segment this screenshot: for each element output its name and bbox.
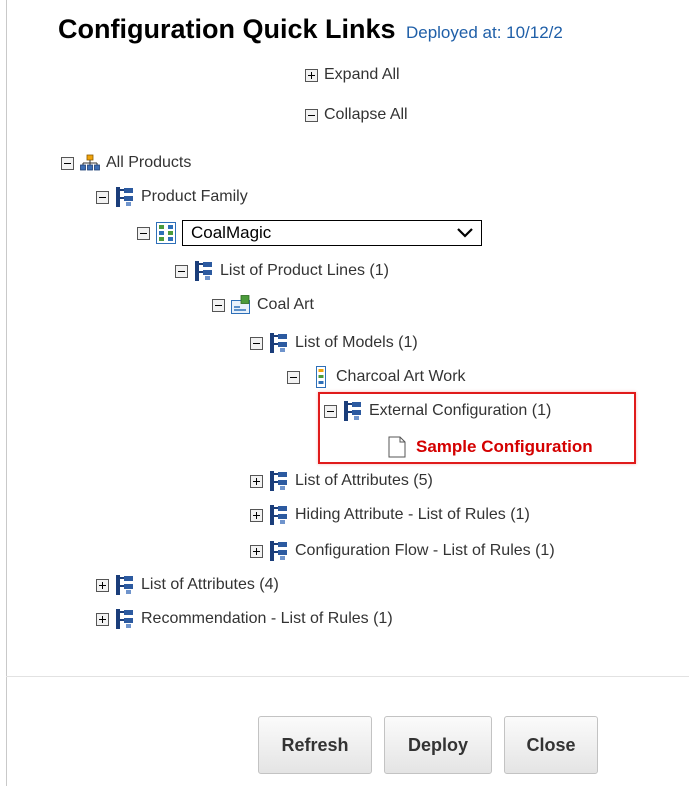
collapse-toggle-icon[interactable] <box>250 336 263 350</box>
list-tree-icon <box>115 575 135 595</box>
collapse-all-link[interactable]: Collapse All <box>305 102 408 128</box>
grid-icon <box>156 222 176 244</box>
tree-node-label: Configuration Flow - List of Rules (1) <box>295 542 555 559</box>
tree-node-charcoal-art-work[interactable]: Charcoal Art Work <box>287 364 466 390</box>
expand-toggle-icon[interactable] <box>250 544 263 558</box>
tree-node-all-products[interactable]: All Products <box>61 150 191 176</box>
tree-node-label: Hiding Attribute - List of Rules (1) <box>295 506 530 523</box>
chevron-down-icon <box>457 228 473 238</box>
quick-links-panel: Configuration Quick Links Deployed at: 1… <box>0 0 689 786</box>
tree-node-external-configuration[interactable]: External Configuration (1) <box>324 398 551 424</box>
expand-all-link[interactable]: Expand All <box>305 62 400 88</box>
tree-node-hiding-attribute[interactable]: Hiding Attribute - List of Rules (1) <box>250 502 530 528</box>
collapse-toggle-icon[interactable] <box>287 370 300 384</box>
collapse-toggle-icon[interactable] <box>175 264 188 278</box>
tree-node-label: All Products <box>106 154 192 171</box>
tree-node-label: Sample Configuration <box>416 437 593 456</box>
list-tree-icon <box>194 261 214 281</box>
tree-node-label: List of Attributes (5) <box>295 472 433 489</box>
product-family-select[interactable]: CoalMagic <box>182 220 482 246</box>
deploy-button[interactable]: Deploy <box>384 716 492 774</box>
list-tree-icon <box>115 187 135 207</box>
expand-toggle-icon[interactable] <box>250 508 263 522</box>
collapse-toggle-icon[interactable] <box>324 404 337 418</box>
close-button[interactable]: Close <box>504 716 598 774</box>
collapse-icon <box>305 108 318 122</box>
collapse-toggle-icon[interactable] <box>61 156 74 170</box>
tree-node-sample-configuration[interactable]: Sample Configuration <box>388 434 593 460</box>
expand-all-label: Expand All <box>324 66 400 83</box>
tree-node-product-lines[interactable]: List of Product Lines (1) <box>175 258 389 284</box>
collapse-toggle-icon[interactable] <box>137 226 150 240</box>
list-tree-icon <box>269 333 289 353</box>
collapse-toggle-icon[interactable] <box>96 190 109 204</box>
list-tree-icon <box>343 401 363 421</box>
page-title: Configuration Quick Links <box>58 14 396 44</box>
header: Configuration Quick Links Deployed at: 1… <box>58 14 563 45</box>
deployed-at-text: Deployed at: 10/12/2 <box>405 23 563 42</box>
list-tree-icon <box>269 541 289 561</box>
select-value: CoalMagic <box>191 223 272 242</box>
tree-node-label: Charcoal Art Work <box>336 368 466 385</box>
tree-node-models[interactable]: List of Models (1) <box>250 330 418 356</box>
tree-node-label: List of Product Lines (1) <box>220 262 389 279</box>
product-line-icon <box>231 295 251 315</box>
hierarchy-icon <box>80 154 100 172</box>
tree-node-attributes-4[interactable]: List of Attributes (4) <box>96 572 279 598</box>
tree-node-product-family[interactable]: Product Family <box>96 184 248 210</box>
tree-node-label: Product Family <box>141 188 248 205</box>
tree-node-label: External Configuration (1) <box>369 402 552 419</box>
expand-icon <box>305 68 318 82</box>
tree-node-label: Recommendation - List of Rules (1) <box>141 610 393 627</box>
tree-node-label: List of Attributes (4) <box>141 576 279 593</box>
tree-node-configuration-flow[interactable]: Configuration Flow - List of Rules (1) <box>250 538 555 564</box>
tree-node-coal-art[interactable]: Coal Art <box>212 292 314 318</box>
collapse-all-label: Collapse All <box>324 106 408 123</box>
model-icon <box>316 366 326 388</box>
expand-toggle-icon[interactable] <box>250 474 263 488</box>
tree-node-label: Coal Art <box>257 296 314 313</box>
collapse-toggle-icon[interactable] <box>212 298 225 312</box>
tree-node-label: List of Models (1) <box>295 334 418 351</box>
document-icon <box>388 436 406 458</box>
footer-divider <box>6 676 689 677</box>
tree-node-product-family-select: CoalMagic <box>137 220 482 246</box>
expand-toggle-icon[interactable] <box>96 612 109 626</box>
expand-toggle-icon[interactable] <box>96 578 109 592</box>
tree-node-recommendation[interactable]: Recommendation - List of Rules (1) <box>96 606 393 632</box>
panel-left-border <box>6 0 7 786</box>
refresh-button[interactable]: Refresh <box>258 716 372 774</box>
list-tree-icon <box>115 609 135 629</box>
list-tree-icon <box>269 471 289 491</box>
tree-node-attributes-5[interactable]: List of Attributes (5) <box>250 468 433 494</box>
list-tree-icon <box>269 505 289 525</box>
